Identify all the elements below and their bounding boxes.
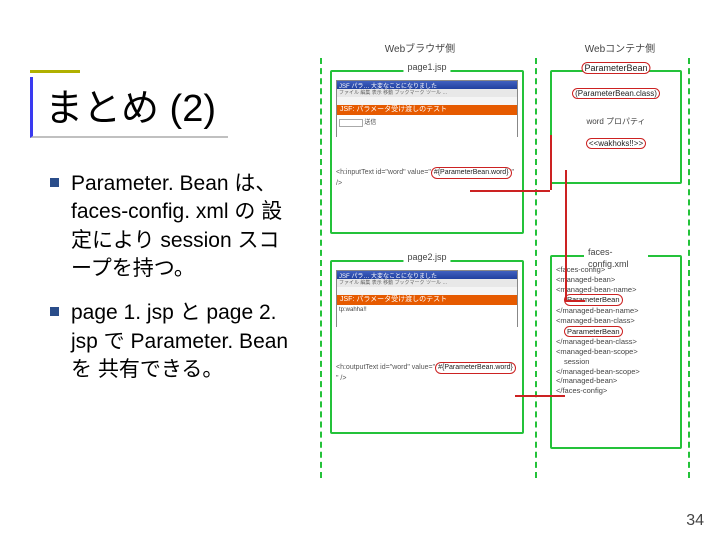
column-label-container: Webコンテナ側 <box>560 40 680 55</box>
title-block: まとめ (2) <box>30 70 228 138</box>
code-snippet: <h:outputText id="word" value="#{Paramet… <box>336 362 518 384</box>
bullet-text: page 1. jsp と page 2. jsp で Parameter. B… <box>71 299 295 384</box>
browser-mock: JSF パラ… 大変なことになりました ファイル 編集 表示 移動 ブックマーク… <box>336 80 518 137</box>
text-input-mock <box>339 119 363 127</box>
browser-titlebar: JSF パラ… 大変なことになりました <box>337 81 517 89</box>
column-label-browser: Webブラウザ側 <box>360 40 480 55</box>
config-code: <faces-config> <managed-bean> <managed-b… <box>556 265 678 396</box>
browser-menubar: ファイル 編集 表示 移動 ブックマーク ツール … <box>337 89 517 97</box>
browser-toolbar <box>337 97 517 105</box>
divider-line <box>320 58 322 478</box>
browser-body: tp:wahha!! <box>337 305 517 329</box>
connector-line <box>470 190 550 192</box>
browser-banner: JSF: パラメータ受け渡しのテスト <box>337 105 517 115</box>
bullet-list: Parameter. Bean は、 faces-config. xml の 設… <box>50 170 295 400</box>
code-line: <managed-bean-class> <box>556 316 678 326</box>
bullet-icon <box>50 307 59 316</box>
list-item: page 1. jsp と page 2. jsp で Parameter. B… <box>50 299 295 384</box>
code-line: </managed-bean-scope> <box>556 367 678 377</box>
code-line: </managed-bean> <box>556 376 678 386</box>
code-snippet: <h:inputText id="word" value="#{Paramete… <box>336 167 518 189</box>
code-line: </managed-bean-name> <box>556 306 678 316</box>
divider-line <box>688 58 690 478</box>
code-line: <managed-bean> <box>556 275 678 285</box>
bean-class-label: (ParameterBean.class) <box>552 88 680 99</box>
code-text: <h:inputText id="word" value=" <box>336 169 431 176</box>
bean-value-label: <<wakhoks!!>> <box>552 138 680 149</box>
browser-menubar: ファイル 編集 表示 移動 ブックマーク ツール … <box>337 279 517 287</box>
page-number: 34 <box>686 512 704 530</box>
browser-toolbar <box>337 287 517 295</box>
connector-line <box>515 395 565 397</box>
panel-title: page2.jsp <box>403 252 450 262</box>
divider-line <box>535 58 537 478</box>
bullet-icon <box>50 178 59 187</box>
title-rule <box>30 70 80 73</box>
panel-title: page1.jsp <box>403 62 450 72</box>
panel-faces-config: faces-config.xml <faces-config> <managed… <box>550 255 682 449</box>
code-line: <faces-config> <box>556 265 678 275</box>
code-line: </faces-config> <box>556 386 678 396</box>
bean-property-label: word プロパティ <box>552 116 680 127</box>
code-line: session <box>556 357 678 367</box>
code-highlight: #{ParameterBean.word} <box>431 167 512 179</box>
browser-mock: JSF パラ… 大変なことになりました ファイル 編集 表示 移動 ブックマーク… <box>336 270 518 327</box>
bullet-text: Parameter. Bean は、 faces-config. xml の 設… <box>71 170 295 283</box>
submit-label: 送信 <box>364 120 376 126</box>
panel-page2: page2.jsp JSF パラ… 大変なことになりました ファイル 編集 表示… <box>330 260 524 434</box>
connector-line <box>565 300 585 302</box>
panel-page1: page1.jsp JSF パラ… 大変なことになりました ファイル 編集 表示… <box>330 70 524 234</box>
code-text: " /> <box>336 375 346 382</box>
code-line: <managed-bean-scope> <box>556 347 678 357</box>
connector-line <box>565 170 567 300</box>
browser-body: 送信 <box>337 115 517 139</box>
code-line: </managed-bean-class> <box>556 337 678 347</box>
slide: まとめ (2) Parameter. Bean は、 faces-config.… <box>0 0 720 540</box>
list-item: Parameter. Bean は、 faces-config. xml の 設… <box>50 170 295 283</box>
slide-title: まとめ (2) <box>45 88 216 130</box>
code-highlight: #{ParameterBean.word} <box>435 362 516 374</box>
browser-titlebar: JSF パラ… 大変なことになりました <box>337 271 517 279</box>
code-text: <h:outputText id="word" value=" <box>336 364 435 371</box>
connector-line <box>550 135 552 190</box>
code-line: <managed-bean-name> <box>556 285 678 295</box>
title-box: まとめ (2) <box>30 77 228 138</box>
panel-parameter-bean: ParameterBean (ParameterBean.class) word… <box>550 70 682 184</box>
panel-title-highlight: ParameterBean <box>581 62 650 74</box>
code-highlight: ParameterBean <box>564 326 623 338</box>
architecture-diagram: Webブラウザ側 Webコンテナ側 page1.jsp JSF パラ… 大変なこ… <box>320 40 690 480</box>
browser-banner: JSF: パラメータ受け渡しのテスト <box>337 295 517 305</box>
